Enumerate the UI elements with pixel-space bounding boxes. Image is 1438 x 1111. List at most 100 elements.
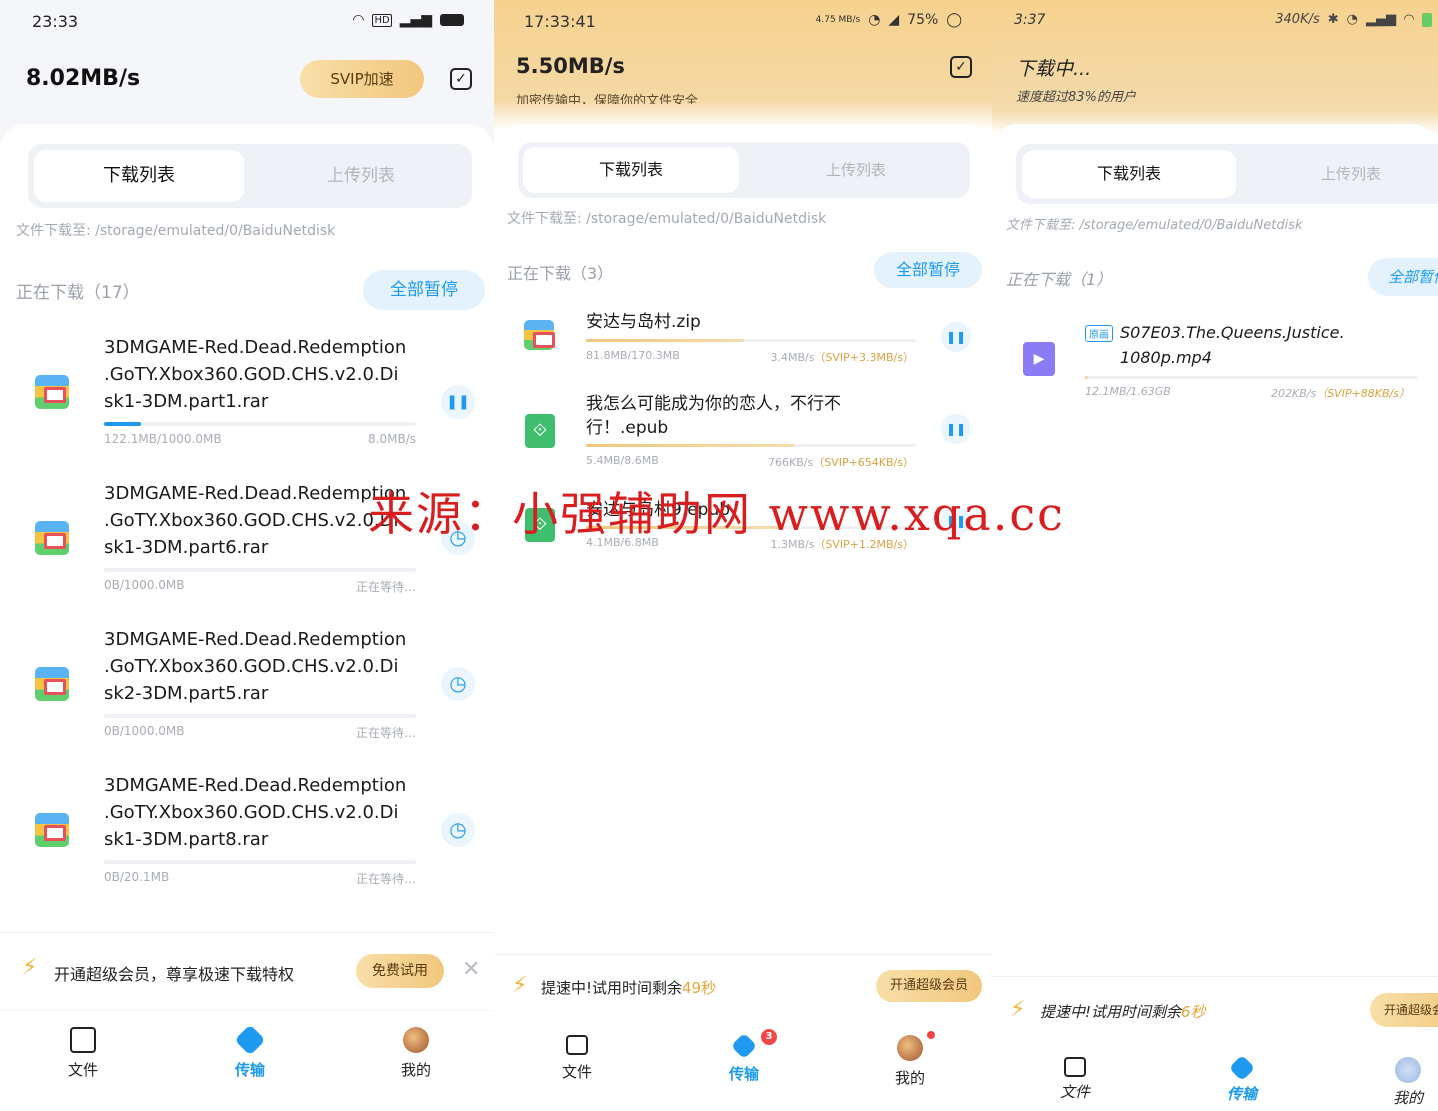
- download-speed: 5.50MB/s: [516, 54, 625, 78]
- nav-transfer[interactable]: 传输: [1197, 1054, 1287, 1104]
- panel-left: 23:33 ◠ HD ▂▄▆ 8.02MB/s SVIP加速 ✓ 下载列表 上传…: [0, 0, 494, 1111]
- download-speed: 8.02MB/s: [26, 66, 141, 91]
- avatar: [1395, 1057, 1421, 1083]
- close-icon[interactable]: ✕: [462, 957, 480, 982]
- promo-banner: ⚡ 提速中!试用时间剩余6秒 开通超级会员: [992, 976, 1438, 1042]
- nav-transfer[interactable]: 传输: [205, 1024, 295, 1080]
- trial-countdown: 6秒: [1181, 1003, 1206, 1021]
- pause-all-button[interactable]: 全部暂停: [1368, 258, 1438, 296]
- status-time: 23:33: [32, 12, 79, 31]
- file-size: 122.1MB/1000.0MB: [104, 432, 222, 446]
- pause-icon[interactable]: ❚❚: [941, 414, 971, 444]
- net-speed: 4.75 MB/s: [815, 14, 861, 25]
- promo-banner: ⚡ 提速中!试用时间剩余49秒 开通超级会员: [494, 954, 992, 1018]
- tab-upload-list[interactable]: 上传列表: [1244, 150, 1438, 198]
- free-trial-button[interactable]: 免费试用: [356, 954, 444, 988]
- progress-fill: [1085, 376, 1089, 379]
- transfer-card: 下载列表 上传列表 文件下载至: /storage/emulated/0/Bai…: [992, 124, 1438, 964]
- battery-icon: [440, 14, 464, 26]
- clock-icon[interactable]: ◷: [441, 667, 475, 701]
- transfer-speed: 202KB/s: [1271, 387, 1317, 400]
- tab-download-list[interactable]: 下载列表: [1022, 150, 1236, 198]
- battery-icon: [1422, 12, 1432, 27]
- list-item[interactable]: 安达与岛村.zip 81.8MB/170.3MB 3.4MB/s（SVIP+3.…: [494, 310, 992, 370]
- list-item[interactable]: ⟐ 我怎么可能成为你的恋人，不行不 行！.epub 5.4MB/8.6MB 76…: [494, 392, 992, 472]
- status-bar: 23:33 ◠ HD ▂▄▆: [0, 0, 494, 44]
- nav-mine[interactable]: 我的: [865, 1031, 955, 1088]
- file-size: 81.8MB/170.3MB: [586, 349, 680, 362]
- notification-dot: [927, 1031, 935, 1039]
- file-name: 3DMGAME-Red.Dead.Redemption .GoTY.Xbox36…: [104, 775, 407, 850]
- epub-file-icon: ⟐: [525, 414, 555, 448]
- wifi-icon: ◠: [1404, 12, 1414, 27]
- list-item[interactable]: 3DMGAME-Red.Dead.Redemption .GoTY.Xbox36…: [0, 334, 494, 464]
- file-name: 3DMGAME-Red.Dead.Redemption .GoTY.Xbox36…: [104, 337, 407, 412]
- multi-select-icon[interactable]: ✓: [450, 68, 472, 90]
- transfer-status: 8.0MB/s: [368, 432, 416, 446]
- svip-boost-speed: （SVIP+3.3MB/s）: [814, 351, 914, 364]
- pause-icon[interactable]: ❚❚: [441, 385, 475, 419]
- lightning-icon: ⚡: [22, 955, 38, 980]
- battery-icon: ◯: [946, 12, 962, 28]
- avatar: [897, 1035, 923, 1061]
- download-path: 文件下载至: /storage/emulated/0/BaiduNetdisk: [16, 223, 336, 239]
- lightning-icon: ⚡: [1010, 997, 1026, 1022]
- progress-bar: [104, 860, 416, 864]
- status-bar: 17:33:41 4.75 MB/s ◔ ◢ 75% ◯: [494, 0, 992, 44]
- nav-mine[interactable]: 我的: [371, 1027, 461, 1080]
- alarm-icon: ◔: [1346, 12, 1358, 27]
- pause-all-button[interactable]: 全部暂停: [874, 252, 982, 288]
- list-item[interactable]: 3DMGAME-Red.Dead.Redemption .GoTY.Xbox36…: [0, 626, 494, 756]
- bluetooth-icon: ✱: [1327, 12, 1339, 27]
- wifi-icon: ◠: [352, 12, 365, 28]
- nav-mine[interactable]: 我的: [1363, 1057, 1438, 1108]
- encryption-notice: 加密传输中，保障你的文件安全: [516, 94, 699, 104]
- progress-bar: [586, 444, 916, 447]
- pause-icon[interactable]: ❚❚: [941, 322, 971, 352]
- tab-upload-list[interactable]: 上传列表: [748, 147, 964, 193]
- folder-icon: [1064, 1057, 1086, 1077]
- list-item[interactable]: 3DMGAME-Red.Dead.Redemption .GoTY.Xbox36…: [0, 772, 494, 902]
- rar-file-icon: [35, 521, 69, 555]
- clock-icon[interactable]: ◷: [441, 813, 475, 847]
- nav-files[interactable]: 文件: [38, 1027, 128, 1080]
- download-status-title: 下载中...: [1016, 58, 1092, 80]
- bottom-nav: 文件 传输 3 我的: [494, 1019, 992, 1111]
- multi-select-icon[interactable]: ✓: [950, 56, 972, 78]
- panel-middle: 17:33:41 4.75 MB/s ◔ ◢ 75% ◯ 5.50MB/s 加密…: [494, 0, 992, 1111]
- list-item[interactable]: ▶ 原画 S07E03.The.Queens.Justice. 1080p.mp…: [992, 320, 1438, 400]
- tab-download-list[interactable]: 下载列表: [34, 150, 244, 202]
- nav-files[interactable]: 文件: [532, 1035, 622, 1082]
- promo-text: 提速中!试用时间剩余: [1040, 1003, 1182, 1021]
- open-svip-button[interactable]: 开通超级会员: [1370, 993, 1438, 1027]
- section-downloading: 正在下载（1）: [1006, 270, 1113, 289]
- status-time: 17:33:41: [524, 12, 596, 31]
- progress-fill: [104, 422, 142, 426]
- pause-all-button[interactable]: 全部暂停: [363, 270, 485, 310]
- signal-icon: ▂▄▆: [399, 12, 432, 28]
- nav-files[interactable]: 文件: [1030, 1057, 1120, 1102]
- status-time: 3:37: [1014, 12, 1046, 28]
- svip-boost-button[interactable]: SVIP加速: [300, 60, 424, 98]
- folder-icon: [70, 1027, 96, 1053]
- transfer-icon: [234, 1024, 266, 1056]
- status-bar: 3:37 340K/s ✱ ◔ ▂▄▆ ◠: [992, 0, 1438, 44]
- bottom-nav: 文件 传输 我的: [992, 1043, 1438, 1111]
- transfer-status: 正在等待…: [355, 872, 416, 886]
- nav-transfer[interactable]: 传输 3: [699, 1029, 789, 1084]
- transfer-icon: [730, 1032, 758, 1060]
- progress-bar: [586, 339, 916, 342]
- list-switch: 下载列表 上传列表: [28, 144, 472, 208]
- file-name: 3DMGAME-Red.Dead.Redemption .GoTY.Xbox36…: [104, 629, 407, 704]
- file-name: 安达与岛村.zip: [586, 312, 701, 332]
- signal-icon: ◢: [888, 12, 900, 28]
- open-svip-button[interactable]: 开通超级会员: [876, 970, 982, 1002]
- rar-file-icon: [35, 375, 69, 409]
- file-size: 5.4MB/8.6MB: [586, 454, 659, 467]
- tab-download-list[interactable]: 下载列表: [523, 147, 739, 193]
- tab-upload-list[interactable]: 上传列表: [256, 150, 466, 202]
- notification-badge: 3: [761, 1029, 777, 1045]
- progress-bar: [104, 422, 416, 426]
- trial-countdown: 49秒: [682, 979, 717, 997]
- progress-bar: [104, 568, 416, 572]
